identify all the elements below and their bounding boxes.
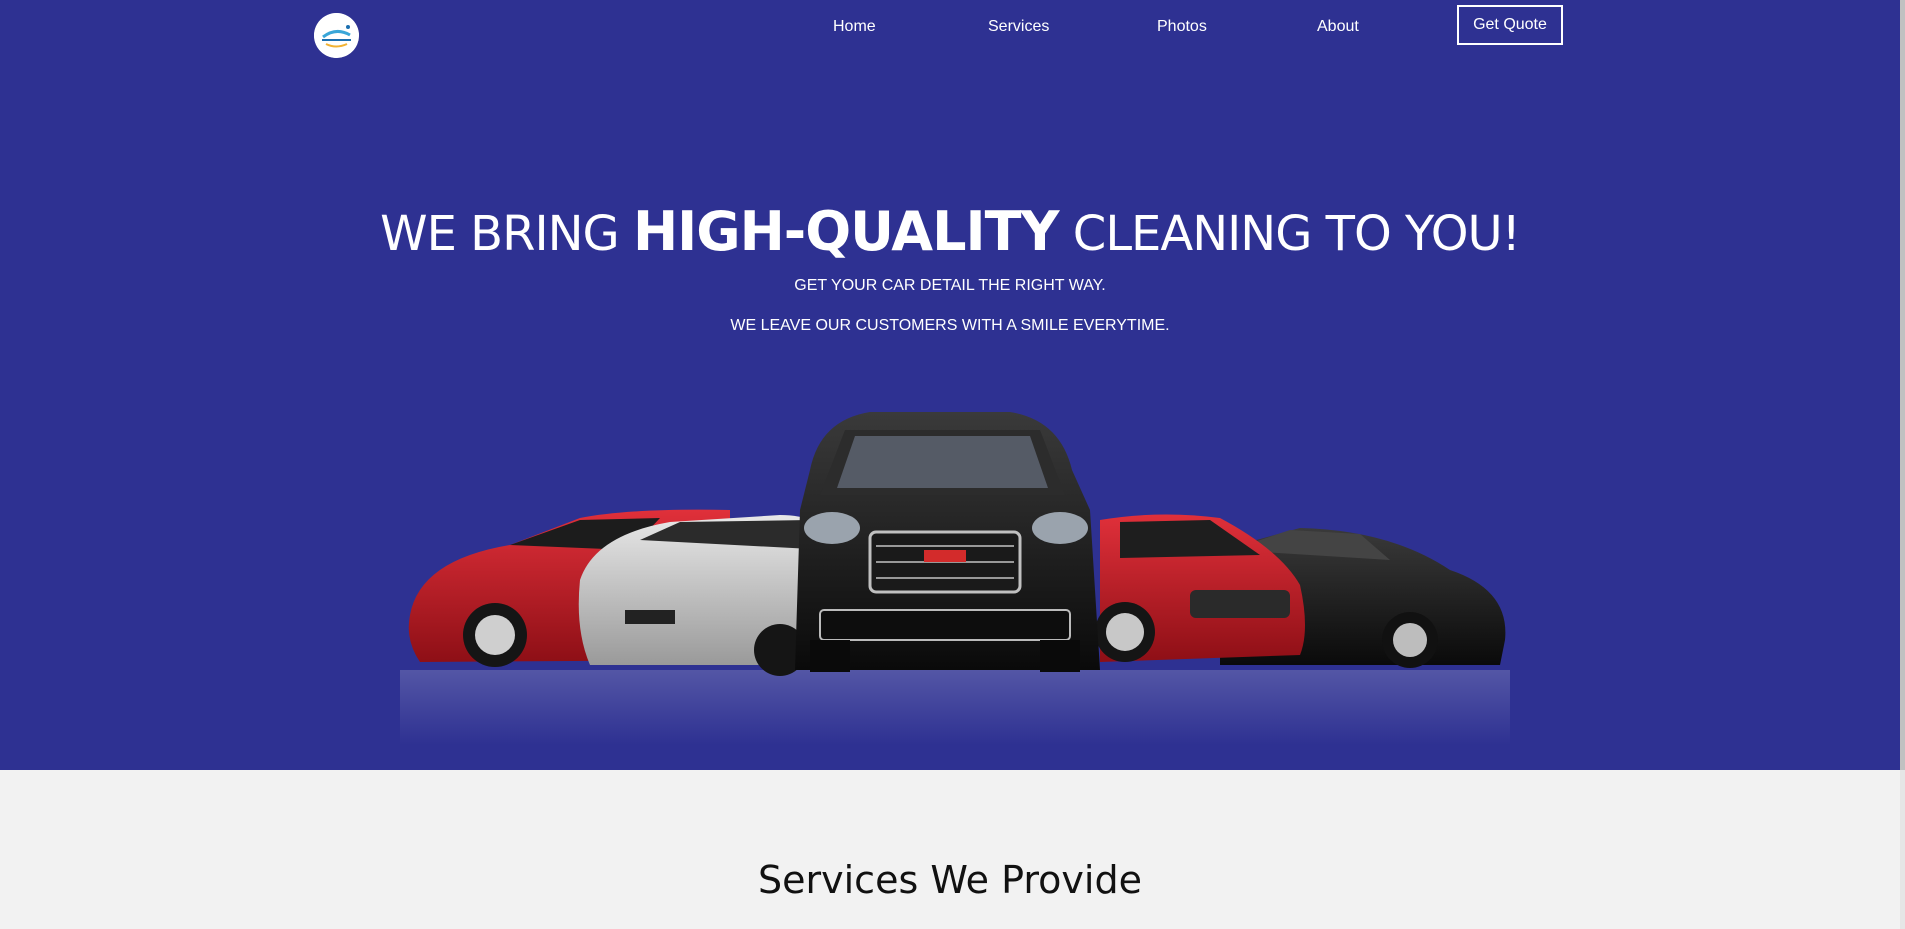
headline-prefix: WE BRING: [380, 206, 620, 262]
hero-section: Home Services Photos About Get Quote WE …: [0, 0, 1900, 770]
headline-emphasis: HIGH-QUALITY: [632, 200, 1060, 263]
logo-icon[interactable]: [314, 13, 359, 58]
nav-photos-link[interactable]: Photos: [1157, 16, 1207, 38]
hero-subline-2: WE LEAVE OUR CUSTOMERS WITH A SMILE EVER…: [730, 317, 1170, 334]
nav-services-link[interactable]: Services: [988, 16, 1049, 38]
get-quote-button[interactable]: Get Quote: [1457, 5, 1563, 45]
hero-headline: WE BRING HIGH-QUALITY CLEANING TO YOU!: [0, 200, 1900, 266]
hero-subline-1: GET YOUR CAR DETAIL THE RIGHT WAY.: [794, 277, 1106, 294]
nav-home-link[interactable]: Home: [833, 16, 876, 38]
page-scrollbar[interactable]: [1900, 0, 1905, 929]
nav-about-link[interactable]: About: [1317, 16, 1359, 38]
scrollbar-thumb[interactable]: [1900, 0, 1905, 770]
car-lineup-image: [400, 400, 1510, 745]
services-section-title: Services We Provide: [758, 858, 1142, 902]
headline-suffix: CLEANING TO YOU!: [1072, 206, 1521, 262]
